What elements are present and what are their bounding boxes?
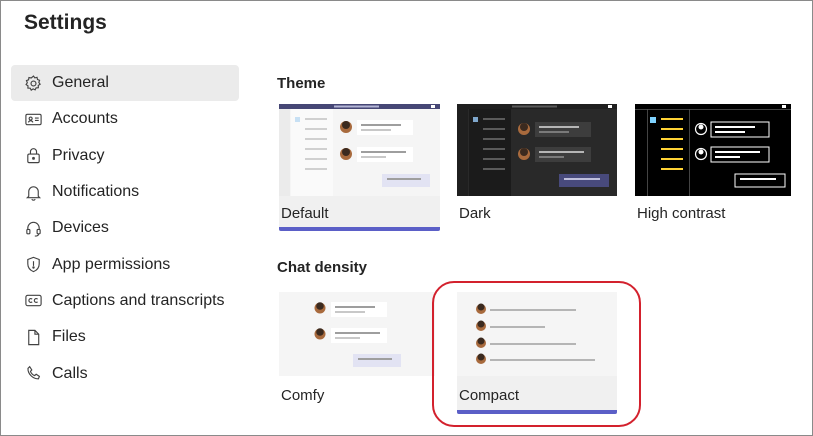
shield-icon [23, 255, 43, 275]
chat-density-heading: Chat density [277, 259, 368, 276]
sidebar-item-label: General [52, 74, 109, 92]
theme-option-label: High contrast [637, 205, 726, 222]
sidebar-item-label: Privacy [52, 146, 105, 164]
sidebar-item-devices[interactable]: Devices [11, 210, 239, 246]
cc-icon [23, 291, 43, 311]
density-option-label: Compact [459, 387, 520, 404]
sidebar-item-app-permissions[interactable]: App permissions [11, 246, 239, 282]
sidebar-item-label: Files [52, 328, 86, 346]
sidebar-item-notifications[interactable]: Notifications [11, 174, 239, 210]
theme-option-label: Dark [459, 205, 491, 222]
sidebar-item-label: Accounts [52, 110, 118, 128]
selected-indicator [279, 227, 440, 231]
phone-icon [23, 364, 43, 384]
bell-icon [23, 182, 43, 202]
selected-indicator [457, 410, 617, 414]
sidebar-item-label: Notifications [52, 183, 140, 201]
sidebar-item-privacy[interactable]: Privacy [11, 138, 239, 174]
file-icon [23, 327, 43, 347]
dark-theme-preview [457, 104, 617, 196]
compact-density-preview [457, 292, 617, 376]
sidebar-item-files[interactable]: Files [11, 319, 239, 355]
gear-icon [23, 73, 43, 93]
sidebar-item-label: Devices [52, 219, 109, 237]
settings-window: Settings General Accounts Privacy Notifi… [0, 0, 813, 436]
page-title: Settings [24, 11, 107, 34]
sidebar-item-label: App permissions [52, 255, 171, 273]
settings-sidebar: General Accounts Privacy Notifications D… [11, 65, 239, 392]
sidebar-item-label: Calls [52, 364, 88, 382]
sidebar-item-label: Captions and transcripts [52, 291, 225, 309]
id-card-icon [23, 109, 43, 129]
comfy-density-preview [279, 292, 435, 376]
density-option-label: Comfy [281, 387, 325, 404]
lock-icon [23, 146, 43, 166]
theme-option-label: Default [281, 205, 329, 222]
default-theme-preview [279, 104, 440, 196]
sidebar-item-accounts[interactable]: Accounts [11, 101, 239, 137]
headset-icon [23, 218, 43, 238]
theme-option-dark[interactable]: Dark [457, 104, 617, 231]
density-option-compact[interactable]: Compact [457, 292, 617, 414]
sidebar-item-captions[interactable]: Captions and transcripts [11, 283, 239, 319]
sidebar-item-general[interactable]: General [11, 65, 239, 102]
theme-option-default[interactable]: Default [279, 104, 440, 231]
high-contrast-theme-preview [635, 104, 791, 196]
theme-option-high-contrast[interactable]: High contrast [635, 104, 791, 231]
density-option-comfy[interactable]: Comfy [279, 292, 435, 411]
theme-heading: Theme [277, 75, 326, 92]
sidebar-item-calls[interactable]: Calls [11, 355, 239, 391]
